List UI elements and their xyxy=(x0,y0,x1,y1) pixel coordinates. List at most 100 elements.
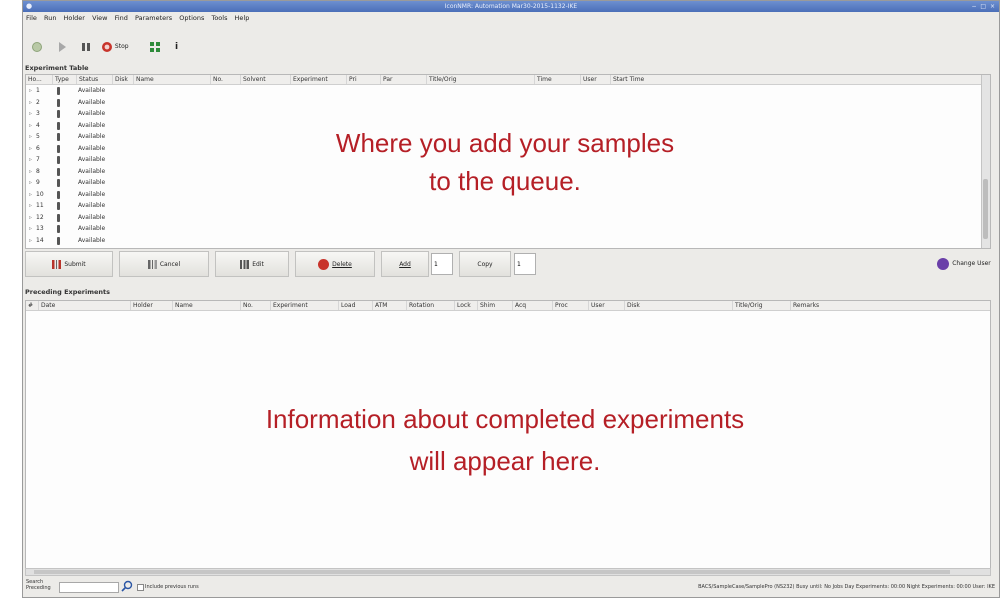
submit-button[interactable]: Submit xyxy=(25,251,113,277)
col-user[interactable]: User xyxy=(580,75,597,84)
expand-arrow-icon[interactable]: ▹ xyxy=(29,235,32,247)
scrollbar-thumb[interactable] xyxy=(983,179,988,239)
window-controls[interactable]: − □ × xyxy=(971,1,996,12)
expand-arrow-icon[interactable]: ▹ xyxy=(29,85,32,97)
col-no[interactable]: No. xyxy=(210,75,223,84)
col-proc[interactable]: Proc xyxy=(552,301,568,310)
table-row[interactable]: ▹ 13 Available xyxy=(26,223,990,235)
status-info: BACS/SampleCase/SamplePro (NS232) Busy u… xyxy=(698,584,995,590)
col-name[interactable]: Name xyxy=(133,75,154,84)
copy-count-spinner[interactable]: 1 xyxy=(514,253,536,275)
col-title-orig[interactable]: Title/Orig xyxy=(732,301,763,310)
col-pri[interactable]: Pri xyxy=(346,75,357,84)
tube-icon xyxy=(57,179,60,187)
expand-arrow-icon[interactable]: ▹ xyxy=(29,120,32,132)
col-type[interactable]: Type xyxy=(52,75,69,84)
holder-status: Available xyxy=(78,225,106,232)
info-icon: i xyxy=(175,42,179,52)
change-user-button[interactable]: Change User xyxy=(931,251,997,277)
menu-parameters[interactable]: Parameters xyxy=(135,14,172,22)
col-par[interactable]: Par xyxy=(380,75,393,84)
menu-options[interactable]: Options xyxy=(179,14,204,22)
col-experiment[interactable]: Experiment xyxy=(270,301,308,310)
holder-status: Available xyxy=(78,156,106,163)
stop-button[interactable]: Stop xyxy=(101,37,129,57)
scrollbar-thumb[interactable] xyxy=(34,570,950,574)
go-button[interactable] xyxy=(31,37,43,57)
col-solvent[interactable]: Solvent xyxy=(240,75,266,84)
col-lock[interactable]: Lock xyxy=(454,301,471,310)
tube-icon xyxy=(57,133,60,141)
col-holder[interactable]: Holder xyxy=(130,301,153,310)
edit-button[interactable]: Edit xyxy=(215,251,289,277)
holder-number: 2 xyxy=(36,98,40,106)
col-disk[interactable]: Disk xyxy=(624,301,640,310)
col-status[interactable]: Status xyxy=(76,75,98,84)
col-no[interactable]: No. xyxy=(240,301,253,310)
search-input[interactable] xyxy=(59,582,119,593)
info-button[interactable]: i xyxy=(175,37,178,57)
search-icon[interactable] xyxy=(121,580,133,594)
col-experiment[interactable]: Experiment xyxy=(290,75,328,84)
expand-arrow-icon[interactable]: ▹ xyxy=(29,189,32,201)
menu-file[interactable]: File xyxy=(26,14,37,22)
col-acq[interactable]: Acq xyxy=(512,301,526,310)
delete-label: Delete xyxy=(332,261,352,268)
experiment-table-scrollbar[interactable] xyxy=(981,75,990,248)
include-previous-checkbox[interactable] xyxy=(137,584,144,591)
col-date[interactable]: Date xyxy=(38,301,55,310)
expand-arrow-icon[interactable]: ▹ xyxy=(29,212,32,224)
menu-view[interactable]: View xyxy=(92,14,107,22)
add-button[interactable]: Add xyxy=(381,251,429,277)
menu-help[interactable]: Help xyxy=(235,14,250,22)
table-row[interactable]: ▹ 11 Available xyxy=(26,200,990,212)
add-count-spinner[interactable]: 1 xyxy=(431,253,453,275)
col-rotation[interactable]: Rotation xyxy=(406,301,434,310)
col-title[interactable]: Title/Orig xyxy=(426,75,457,84)
col-name[interactable]: Name xyxy=(172,301,193,310)
menu-holder[interactable]: Holder xyxy=(64,14,85,22)
holder-number: 5 xyxy=(36,133,40,140)
holder-number: 11 xyxy=(36,202,44,209)
holder-status: Available xyxy=(78,144,106,152)
col-shim[interactable]: Shim xyxy=(477,301,495,310)
col-index[interactable]: # xyxy=(26,301,33,310)
holder-number: 1 xyxy=(36,87,40,94)
run-button[interactable] xyxy=(57,37,67,57)
col-load[interactable]: Load xyxy=(338,301,355,310)
table-row[interactable]: ▹ 12 Available xyxy=(26,212,990,224)
window-menu-icon[interactable]: ● xyxy=(26,1,32,12)
expand-arrow-icon[interactable]: ▹ xyxy=(29,108,32,120)
table-row[interactable]: ▹ 14 Available xyxy=(26,235,990,247)
pause-button[interactable] xyxy=(81,37,91,57)
col-remarks[interactable]: Remarks xyxy=(790,301,819,310)
expand-arrow-icon[interactable]: ▹ xyxy=(29,131,32,143)
expand-arrow-icon[interactable]: ▹ xyxy=(29,97,32,109)
expand-arrow-icon[interactable]: ▹ xyxy=(29,200,32,212)
rack-button[interactable] xyxy=(149,37,161,57)
table-row[interactable]: ▹ 3 Available xyxy=(26,108,990,120)
expand-arrow-icon[interactable]: ▹ xyxy=(29,177,32,189)
menu-run[interactable]: Run xyxy=(44,14,56,22)
expand-arrow-icon[interactable]: ▹ xyxy=(29,223,32,235)
col-atm[interactable]: ATM xyxy=(372,301,387,310)
copy-button[interactable]: Copy xyxy=(459,251,511,277)
preceding-horizontal-scrollbar[interactable] xyxy=(25,568,991,576)
holder-status: Available xyxy=(78,133,106,140)
table-row[interactable]: ▹ 2 Available xyxy=(26,97,990,109)
expand-arrow-icon[interactable]: ▹ xyxy=(29,154,32,166)
delete-button[interactable]: Delete xyxy=(295,251,375,277)
expand-arrow-icon[interactable]: ▹ xyxy=(29,143,32,155)
delete-icon xyxy=(318,259,330,270)
col-user[interactable]: User xyxy=(588,301,605,310)
cancel-button[interactable]: Cancel xyxy=(119,251,209,277)
col-disk[interactable]: Disk xyxy=(112,75,128,84)
col-start-time[interactable]: Start Time xyxy=(610,75,644,84)
col-time[interactable]: Time xyxy=(534,75,552,84)
col-holder[interactable]: Ho... xyxy=(26,75,42,84)
menu-tools[interactable]: Tools xyxy=(211,14,227,22)
table-row[interactable]: ▹ 1 Available xyxy=(26,85,990,97)
experiment-table-header: Ho... Type Status Disk Name No. Solvent … xyxy=(26,75,990,85)
menu-find[interactable]: Find xyxy=(115,14,128,22)
expand-arrow-icon[interactable]: ▹ xyxy=(29,166,32,178)
